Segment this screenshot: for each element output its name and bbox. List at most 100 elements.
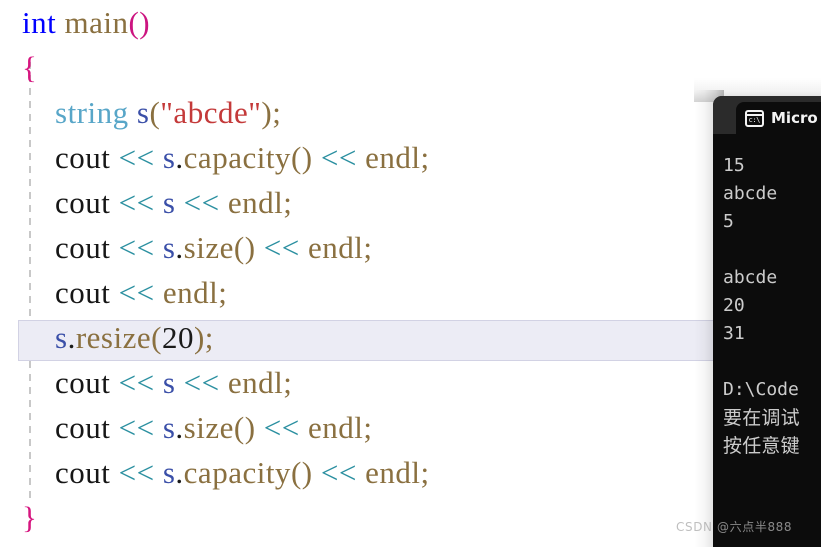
code-token: .: [175, 230, 184, 265]
console-output-line: abcde: [723, 183, 778, 204]
code-token: endl: [227, 365, 284, 400]
code-line[interactable]: cout << s.size() << endl;: [0, 225, 821, 270]
code-line[interactable]: cout << endl;: [0, 270, 821, 315]
code-token: ;: [363, 230, 373, 265]
code-line[interactable]: cout << s.size() << endl;: [0, 405, 821, 450]
code-token: s: [162, 365, 176, 400]
code-line[interactable]: cout << s.capacity() << endl;: [0, 135, 821, 180]
code-token: ;: [204, 320, 214, 355]
code-block[interactable]: int main(){ string s("abcde"); cout << s…: [0, 0, 821, 540]
console-output-line: 按任意键: [723, 435, 800, 457]
code-token: cout: [55, 140, 111, 175]
code-token: size: [183, 410, 234, 445]
code-token: cout: [55, 185, 111, 220]
code-token: (): [128, 5, 151, 40]
console-output-line: 5: [723, 211, 734, 232]
code-line[interactable]: cout << s.capacity() << endl;: [0, 450, 821, 495]
console-window[interactable]: c:\ Micro 15 abcde 5 abcde 20 31 D:\Code 要在调试…: [713, 96, 821, 547]
code-line[interactable]: string s("abcde");: [0, 90, 821, 135]
code-token: <<: [263, 230, 300, 265]
code-line[interactable]: int main(): [0, 0, 821, 45]
code-token: <<: [320, 455, 357, 490]
code-token: endl: [308, 410, 364, 445]
cmd-terminal-icon: c:\: [745, 109, 764, 127]
code-token: <<: [118, 275, 155, 310]
code-token: capacity: [183, 140, 291, 175]
code-token: ): [193, 320, 205, 355]
code-token: int: [22, 5, 57, 40]
code-token: .: [175, 140, 184, 175]
console-titlebar[interactable]: c:\ Micro: [713, 96, 821, 134]
code-token: <<: [118, 455, 155, 490]
watermark: CSDN @六点半888: [676, 518, 792, 535]
code-token: s: [162, 230, 176, 265]
console-output[interactable]: 15 abcde 5 abcde 20 31 D:\Code 要在调试 按任意键: [713, 134, 821, 547]
code-token: resize: [75, 320, 152, 355]
code-token: (): [290, 140, 313, 175]
console-output-line: D:\Code: [723, 379, 799, 400]
code-token: s: [55, 320, 68, 355]
code-token: ): [261, 95, 273, 130]
code-token: <<: [118, 230, 155, 265]
code-line[interactable]: cout << s << endl;: [0, 360, 821, 405]
code-token: endl: [365, 140, 421, 175]
code-token: ;: [283, 365, 293, 400]
code-token: capacity: [183, 455, 291, 490]
console-output-line: abcde: [723, 267, 778, 288]
code-line[interactable]: s.resize(20);: [0, 315, 821, 360]
code-editor-surface[interactable]: int main(){ string s("abcde"); cout << s…: [0, 0, 821, 547]
code-token: cout: [55, 230, 111, 265]
code-token: <<: [263, 410, 300, 445]
console-tab[interactable]: c:\ Micro: [736, 102, 821, 134]
console-output-line: 要在调试: [723, 407, 800, 429]
console-output-line: 31: [723, 323, 745, 344]
code-token: .: [175, 410, 184, 445]
code-token: (): [233, 410, 256, 445]
code-token: <<: [183, 185, 220, 220]
code-token: (): [290, 455, 313, 490]
code-token: <<: [118, 410, 155, 445]
code-token: cout: [55, 455, 111, 490]
code-token: main: [64, 5, 129, 40]
code-token: size: [183, 230, 234, 265]
code-token: endl: [227, 185, 284, 220]
code-token: <<: [320, 140, 357, 175]
code-line[interactable]: {: [0, 45, 821, 90]
code-token: <<: [118, 185, 155, 220]
code-token: .: [67, 320, 76, 355]
code-token: ;: [218, 275, 228, 310]
code-token: ;: [420, 140, 430, 175]
code-line[interactable]: cout << s << endl;: [0, 180, 821, 225]
code-token: ;: [272, 95, 282, 130]
code-token: cout: [55, 410, 111, 445]
code-token: ;: [283, 185, 293, 220]
code-token: <<: [118, 140, 155, 175]
